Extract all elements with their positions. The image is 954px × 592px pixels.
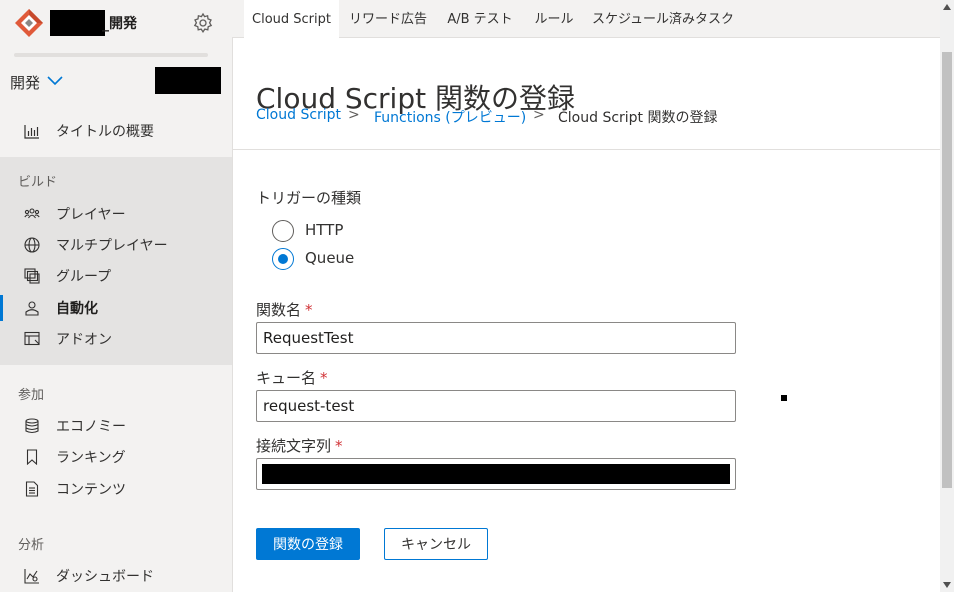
queue-name-label: キュー名 * bbox=[256, 367, 328, 388]
sidebar-item-label: プレイヤー bbox=[56, 207, 126, 223]
sidebar-item-overview[interactable]: タイトルの概要 bbox=[0, 116, 232, 146]
trigger-type-label: トリガーの種類 bbox=[256, 189, 362, 207]
sidebar-item-label: ランキング bbox=[56, 450, 126, 466]
trigger-http-label[interactable]: HTTP bbox=[305, 221, 343, 239]
sidebar-item-players[interactable]: プレイヤー bbox=[0, 199, 232, 229]
title-name: _開発 bbox=[102, 16, 137, 32]
required-mark: * bbox=[320, 369, 328, 387]
tab-ab-test[interactable]: A/B テスト bbox=[438, 0, 522, 37]
tab-cloud-script[interactable]: Cloud Script bbox=[244, 0, 339, 38]
required-mark: * bbox=[335, 437, 343, 455]
scrollbar-thumb[interactable] bbox=[942, 52, 952, 488]
sidebar-item-leaderboards[interactable]: ランキング bbox=[0, 442, 232, 472]
breadcrumb-cloud-script[interactable]: Cloud Script bbox=[256, 107, 341, 123]
chevron-down-icon[interactable] bbox=[46, 73, 64, 87]
trigger-queue-radio[interactable] bbox=[272, 248, 294, 270]
section-header-analyze: 分析 bbox=[18, 538, 45, 553]
queue-name-input[interactable] bbox=[256, 390, 736, 422]
tab-bar: Cloud Script リワード広告 A/B テスト ルール スケジュール済み… bbox=[232, 0, 940, 38]
breadcrumb-functions[interactable]: Functions (プレビュー) bbox=[374, 107, 526, 127]
sidebar-item-addons[interactable]: アドオン bbox=[0, 324, 232, 354]
database-icon bbox=[25, 418, 39, 434]
redacted-account bbox=[155, 67, 221, 94]
sidebar-item-economy[interactable]: エコノミー bbox=[0, 411, 232, 441]
connection-string-label: 接続文字列 * bbox=[256, 435, 343, 456]
scroll-down-arrow-icon[interactable] bbox=[940, 578, 954, 592]
sidebar-item-label: コンテンツ bbox=[56, 482, 126, 498]
sidebar-item-label: 自動化 bbox=[56, 301, 98, 317]
function-name-input[interactable] bbox=[256, 322, 736, 354]
environment-selector[interactable]: 開発 bbox=[10, 72, 40, 93]
sidebar-item-multiplayer[interactable]: マルチプレイヤー bbox=[0, 230, 232, 260]
sidebar-item-label: エコノミー bbox=[56, 419, 126, 435]
playfab-logo[interactable] bbox=[14, 8, 44, 38]
tab-scheduled-tasks[interactable]: スケジュール済みタスク bbox=[588, 0, 738, 37]
sidebar-item-label: アドオン bbox=[56, 332, 112, 348]
document-icon bbox=[25, 481, 39, 497]
breadcrumb-separator: > bbox=[533, 107, 545, 123]
sidebar-item-content[interactable]: コンテンツ bbox=[0, 474, 232, 504]
players-icon bbox=[24, 208, 40, 219]
sidebar: _開発 開発 タイトルの概要 ビルド プレイヤー マルチプレイヤー グループ 自… bbox=[0, 0, 233, 592]
redacted-title bbox=[50, 10, 105, 36]
scroll-up-arrow-icon[interactable] bbox=[940, 0, 954, 14]
tab-rewarded-ads[interactable]: リワード広告 bbox=[342, 0, 434, 37]
sidebar-item-label: マルチプレイヤー bbox=[56, 238, 168, 254]
queue-name-label-text: キュー名 bbox=[256, 369, 317, 387]
breadcrumb-current: Cloud Script 関数の登録 bbox=[558, 110, 718, 126]
trigger-http-radio[interactable] bbox=[272, 220, 294, 242]
globe-icon bbox=[24, 237, 40, 253]
mouse-cursor-dot bbox=[781, 395, 787, 401]
sidebar-divider bbox=[14, 53, 208, 57]
sidebar-item-label: グループ bbox=[56, 269, 112, 285]
automation-icon bbox=[25, 301, 39, 316]
gear-icon[interactable] bbox=[192, 12, 214, 34]
redacted-connection-string bbox=[262, 464, 730, 484]
trigger-queue-label[interactable]: Queue bbox=[305, 249, 354, 267]
addons-icon bbox=[24, 331, 40, 346]
section-header-engage: 参加 bbox=[18, 388, 45, 403]
brand-row: _開発 bbox=[0, 0, 232, 48]
breadcrumb-separator: > bbox=[348, 107, 360, 123]
function-name-label-text: 関数名 bbox=[256, 301, 302, 319]
groups-icon bbox=[24, 268, 40, 284]
function-name-label: 関数名 * bbox=[256, 299, 313, 320]
sidebar-item-groups[interactable]: グループ bbox=[0, 261, 232, 291]
register-function-button[interactable]: 関数の登録 bbox=[256, 528, 360, 560]
sidebar-item-automation[interactable]: 自動化 bbox=[0, 293, 232, 323]
sidebar-item-dashboard[interactable]: ダッシュボード bbox=[0, 561, 232, 591]
dashboard-icon bbox=[24, 569, 39, 584]
cancel-button[interactable]: キャンセル bbox=[384, 528, 488, 560]
tab-rules[interactable]: ルール bbox=[526, 0, 582, 37]
section-header-build: ビルド bbox=[18, 175, 58, 190]
connection-string-label-text: 接続文字列 bbox=[256, 437, 332, 455]
required-mark: * bbox=[305, 301, 313, 319]
header-divider bbox=[232, 149, 940, 150]
bar-chart-icon bbox=[24, 125, 39, 139]
sidebar-item-label: タイトルの概要 bbox=[56, 124, 154, 140]
bookmark-icon bbox=[26, 449, 38, 465]
sidebar-item-label: ダッシュボード bbox=[56, 569, 154, 585]
